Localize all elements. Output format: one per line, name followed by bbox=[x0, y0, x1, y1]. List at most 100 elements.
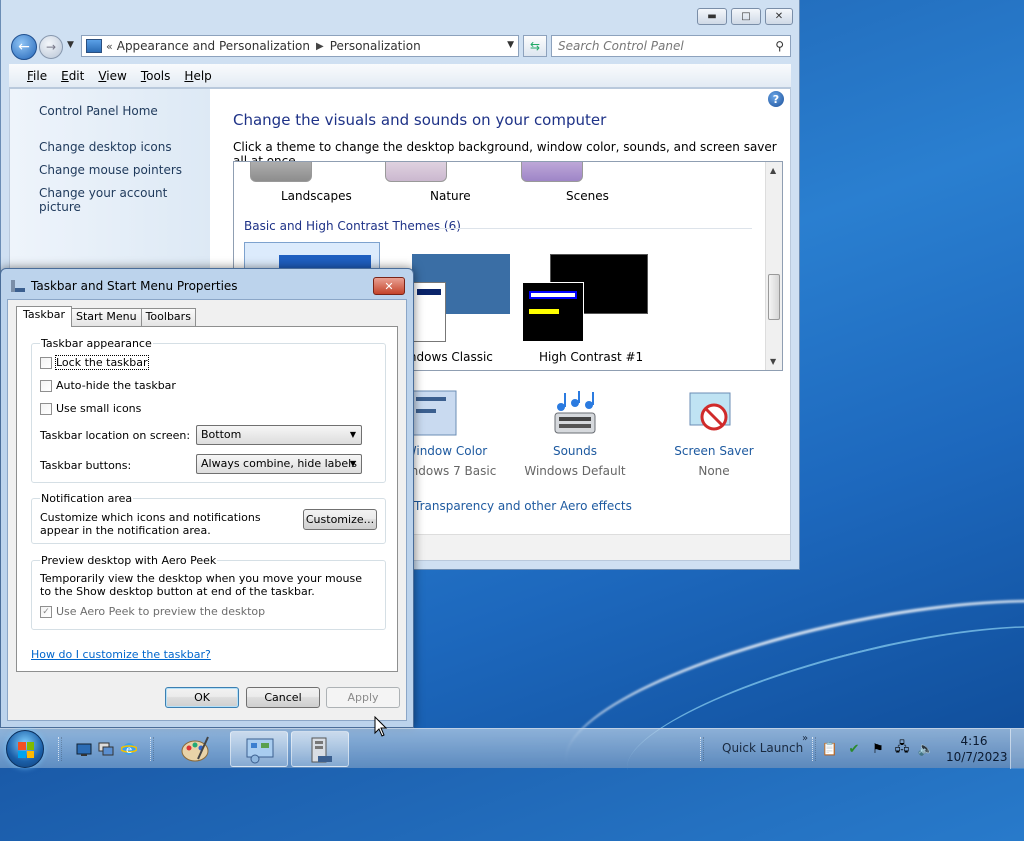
search-input[interactable]: Search Control Panel ⚲ bbox=[551, 35, 791, 57]
menu-view[interactable]: View bbox=[98, 69, 126, 83]
small-icons-checkbox[interactable] bbox=[40, 402, 52, 415]
screen-saver-icon[interactable] bbox=[684, 389, 740, 441]
breadcrumb-separator-icon[interactable]: ▶ bbox=[316, 41, 324, 52]
taskbar-properties-dialog: Taskbar and Start Menu Properties ✕ Task… bbox=[0, 268, 414, 728]
scroll-thumb[interactable] bbox=[768, 274, 780, 320]
lock-taskbar-label[interactable]: Lock the taskbar bbox=[55, 355, 149, 370]
address-bar[interactable]: « Appearance and Personalization ▶ Perso… bbox=[81, 35, 519, 57]
search-placeholder: Search Control Panel bbox=[558, 39, 684, 53]
address-dropdown-icon[interactable]: ▼ bbox=[507, 40, 514, 50]
change-account-picture-link[interactable]: Change your account picture bbox=[39, 186, 210, 214]
forward-button[interactable]: → bbox=[39, 35, 63, 59]
lock-taskbar-row[interactable]: Lock the taskbar bbox=[40, 355, 149, 370]
theme-thumb-scenes[interactable] bbox=[521, 162, 583, 182]
taskbar-tab-page: Taskbar appearance Lock the taskbar Auto… bbox=[16, 326, 398, 672]
lock-taskbar-checkbox[interactable] bbox=[40, 356, 52, 369]
quick-launch-chevron-icon[interactable]: » bbox=[802, 733, 808, 744]
switch-windows-icon[interactable] bbox=[98, 741, 114, 757]
ok-button[interactable]: OK bbox=[165, 687, 239, 708]
internet-explorer-icon[interactable]: e bbox=[121, 741, 137, 757]
security-shield-icon[interactable]: ✔ bbox=[846, 741, 862, 757]
theme-thumb-high-contrast-window[interactable] bbox=[522, 282, 584, 342]
theme-thumb-landscapes[interactable] bbox=[250, 162, 312, 182]
help-icon[interactable]: ? bbox=[768, 91, 784, 107]
change-desktop-icons-link[interactable]: Change desktop icons bbox=[39, 140, 172, 154]
taskbar: e Quick Launch » 📋 ✔ ⚑ 🖧 🔈 4:16 10/7/202… bbox=[0, 728, 1024, 769]
customize-help-link[interactable]: How do I customize the taskbar? bbox=[31, 648, 211, 661]
group-divider bbox=[434, 228, 752, 229]
back-button[interactable]: ← bbox=[11, 34, 37, 60]
location-select[interactable]: Bottom ▼ bbox=[196, 425, 362, 445]
sounds-icon[interactable] bbox=[547, 389, 603, 441]
taskbar-properties-icon bbox=[11, 280, 25, 292]
menu-help[interactable]: Help bbox=[184, 69, 211, 83]
theme-thumb-windows-classic-window[interactable] bbox=[412, 282, 446, 342]
notification-area-title: Notification area bbox=[40, 492, 134, 505]
theme-label-scenes[interactable]: Scenes bbox=[566, 189, 609, 203]
autohide-row[interactable]: Auto-hide the taskbar bbox=[40, 379, 176, 392]
paint-icon[interactable] bbox=[180, 735, 210, 763]
small-icons-row[interactable]: Use small icons bbox=[40, 402, 141, 415]
basic-themes-group-header: Basic and High Contrast Themes (6) bbox=[244, 219, 461, 233]
breadcrumb-appearance[interactable]: Appearance and Personalization bbox=[117, 39, 310, 53]
autohide-label[interactable]: Auto-hide the taskbar bbox=[56, 379, 176, 392]
menu-tools[interactable]: Tools bbox=[141, 69, 171, 83]
tab-toolbars[interactable]: Toolbars bbox=[140, 308, 196, 326]
windows-logo-icon bbox=[18, 742, 34, 758]
taskbar-control-panel-button[interactable] bbox=[230, 731, 288, 767]
aero-peek-checkbox[interactable]: ✓ bbox=[40, 605, 52, 618]
maximize-button[interactable]: □ bbox=[731, 8, 761, 25]
dialog-close-button[interactable]: ✕ bbox=[373, 277, 405, 295]
search-icon[interactable]: ⚲ bbox=[775, 39, 784, 53]
theme-label-high-contrast[interactable]: High Contrast #1 bbox=[539, 350, 643, 364]
theme-label-landscapes[interactable]: Landscapes bbox=[281, 189, 352, 203]
dialog-client: Taskbar Start Menu Toolbars Taskbar appe… bbox=[7, 299, 407, 721]
theme-list-scrollbar[interactable]: ▲ ▼ bbox=[765, 162, 782, 370]
minimize-button[interactable]: ▬ bbox=[697, 8, 727, 25]
autohide-checkbox[interactable] bbox=[40, 379, 52, 392]
caption-buttons: ▬ □ ✕ bbox=[697, 8, 793, 25]
aero-peek-group: Preview desktop with Aero Peek Temporari… bbox=[31, 554, 386, 630]
breadcrumb-personalization[interactable]: Personalization bbox=[330, 39, 421, 53]
buttons-label: Taskbar buttons: bbox=[40, 459, 132, 472]
taskbar-appearance-title: Taskbar appearance bbox=[40, 337, 153, 350]
show-desktop-icon[interactable] bbox=[76, 741, 92, 757]
quick-launch-toolbar-label[interactable]: Quick Launch bbox=[722, 741, 803, 755]
sounds-link[interactable]: Sounds bbox=[515, 444, 635, 458]
tab-taskbar[interactable]: Taskbar bbox=[16, 306, 72, 327]
close-button[interactable]: ✕ bbox=[765, 8, 793, 25]
menu-edit[interactable]: Edit bbox=[61, 69, 84, 83]
cancel-button[interactable]: Cancel bbox=[246, 687, 320, 708]
small-icons-label[interactable]: Use small icons bbox=[56, 402, 141, 415]
close-icon: ✕ bbox=[384, 279, 394, 293]
theme-label-nature[interactable]: Nature bbox=[430, 189, 471, 203]
breadcrumb-overflow[interactable]: « bbox=[106, 40, 113, 53]
aero-effects-link[interactable]: Transparency and other Aero effects bbox=[414, 499, 632, 513]
customize-button[interactable]: Customize... bbox=[303, 509, 377, 530]
taskbar-properties-button[interactable] bbox=[291, 731, 349, 767]
clipboard-tray-icon[interactable]: 📋 bbox=[822, 741, 838, 757]
refresh-button[interactable]: ⇆ bbox=[523, 35, 547, 57]
volume-muted-icon[interactable]: 🔈 bbox=[918, 741, 934, 757]
aero-peek-row[interactable]: ✓ Use Aero Peek to preview the desktop bbox=[40, 605, 265, 618]
scroll-down-icon[interactable]: ▼ bbox=[770, 357, 776, 366]
tab-start-menu[interactable]: Start Menu bbox=[71, 308, 142, 326]
network-icon[interactable]: 🖧 bbox=[894, 740, 910, 757]
aero-peek-label[interactable]: Use Aero Peek to preview the desktop bbox=[56, 605, 265, 618]
menu-file[interactable]: File bbox=[27, 69, 47, 83]
clock[interactable]: 4:16 10/7/2023 bbox=[946, 733, 1008, 765]
buttons-select[interactable]: Always combine, hide labels ▼ bbox=[196, 454, 362, 474]
start-button[interactable] bbox=[6, 730, 44, 768]
recent-pages-dropdown[interactable]: ▼ bbox=[67, 40, 74, 50]
arrow-left-icon: ← bbox=[18, 39, 30, 55]
change-mouse-pointers-link[interactable]: Change mouse pointers bbox=[39, 163, 182, 177]
screen-saver-link[interactable]: Screen Saver bbox=[654, 444, 774, 458]
control-panel-home-link[interactable]: Control Panel Home bbox=[39, 104, 158, 118]
apply-button[interactable]: Apply bbox=[326, 687, 400, 708]
aero-peek-title: Preview desktop with Aero Peek bbox=[40, 554, 218, 567]
buttons-value: Always combine, hide labels bbox=[201, 457, 357, 470]
scroll-up-icon[interactable]: ▲ bbox=[770, 166, 776, 175]
theme-thumb-nature[interactable] bbox=[385, 162, 447, 182]
action-center-flag-icon[interactable]: ⚑ bbox=[870, 741, 886, 757]
show-desktop-button[interactable] bbox=[1010, 729, 1024, 769]
